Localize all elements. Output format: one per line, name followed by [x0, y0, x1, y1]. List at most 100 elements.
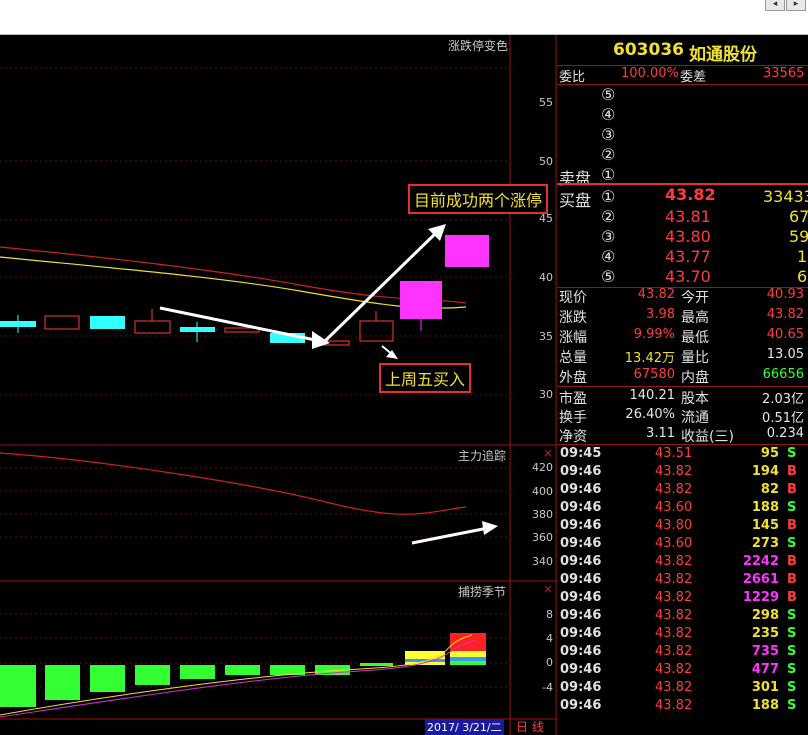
tick-time: 09:46: [560, 572, 602, 587]
tick-time: 09:46: [560, 680, 602, 695]
tick-volume: 298: [751, 608, 779, 623]
weibi-label: 委比: [559, 70, 586, 85]
y-tick: 0: [546, 656, 553, 669]
weicha-value: 33565: [763, 66, 805, 81]
y-tick: 50: [539, 155, 553, 168]
tick-price: 43.82: [655, 464, 693, 479]
tick-side: S: [787, 446, 797, 461]
stat-value: 3.98: [646, 307, 675, 322]
quote-panel: 603036 如通股份 委比 100.00% 委差 33565 ⑤ ④ ③ ② …: [557, 35, 808, 735]
tick-row: 09:46 43.82 735 S: [557, 644, 808, 662]
stat-value: 66656: [762, 367, 804, 382]
buy-label: 买盘: [559, 191, 592, 210]
buy-price: 43.70: [665, 267, 711, 286]
y-tick: -4: [542, 681, 553, 694]
scroll-left-button[interactable]: ◂: [765, 0, 785, 11]
y-tick: 30: [539, 388, 553, 401]
tick-row: 09:46 43.82 235 S: [557, 626, 808, 644]
candle: [359, 320, 394, 342]
tick-side: S: [787, 662, 797, 677]
tick-price: 43.82: [655, 662, 693, 677]
y-tick: 340: [532, 555, 553, 568]
tick-row: 09:46 43.60 188 S: [557, 500, 808, 518]
tick-price: 43.60: [655, 536, 693, 551]
tick-time: 09:46: [560, 644, 602, 659]
fundamental-value: 3.11: [646, 426, 675, 441]
sell-level: ①: [601, 165, 616, 184]
tick-volume: 2242: [742, 554, 779, 569]
tick-price: 43.82: [655, 644, 693, 659]
sell-level: ④: [601, 105, 616, 124]
stat-label: 量比: [681, 350, 709, 366]
fundamental-label: 净资: [559, 429, 587, 445]
tick-side: S: [787, 644, 797, 659]
bottom-panel-title: 捕捞季节: [458, 585, 507, 599]
tick-volume: 95: [760, 446, 779, 461]
tick-time: 09:46: [560, 500, 602, 515]
tick-price: 43.51: [655, 446, 693, 461]
tick-volume: 2661: [742, 572, 779, 587]
tick-row: 09:46 43.82 1229 B: [557, 590, 808, 608]
tick-time: 09:46: [560, 626, 602, 641]
stat-label: 涨跌: [559, 310, 587, 326]
tick-side: B: [787, 572, 797, 587]
y-tick: 8: [546, 608, 553, 621]
buy-level: ③: [601, 227, 616, 246]
buy-price: 43.81: [665, 207, 711, 226]
buy-price: 43.77: [665, 247, 711, 266]
tick-volume: 194: [751, 464, 779, 479]
buy-price: 43.80: [665, 227, 711, 246]
tick-price: 43.60: [655, 500, 693, 515]
buy-level: ④: [601, 247, 616, 266]
stat-label: 最低: [681, 330, 709, 346]
tick-time: 09:46: [560, 518, 602, 533]
stat-value: 43.82: [766, 307, 804, 322]
stat-value: 40.93: [766, 287, 804, 302]
tick-list[interactable]: 09:45 43.51 95 S 09:46 43.82 194 B 09:46 43.82 82 B…: [557, 446, 808, 735]
annotation-bought-friday: 上周五买入: [379, 363, 472, 393]
buy-volume: 1: [797, 247, 808, 266]
buy-volume: 6: [797, 267, 808, 286]
close-icon[interactable]: ×: [543, 582, 553, 596]
fundamental-value: 0.234: [766, 426, 804, 441]
tick-side: B: [787, 590, 797, 605]
tick-side: S: [787, 698, 797, 713]
tick-side: S: [787, 680, 797, 695]
candlestick-chart[interactable]: [0, 35, 557, 735]
fundamental-value: 2.03亿: [762, 392, 804, 407]
stats-block: 现价 43.82 今开 40.93 涨跌 3.98 最高 43.82 涨幅 9.99% 最低 40.6…: [557, 285, 808, 387]
period-tab[interactable]: 日 线: [516, 718, 544, 735]
fundamental-label: 流通: [681, 410, 709, 426]
fundamental-label: 收益(三): [681, 429, 734, 445]
fundamental-label: 换手: [559, 410, 587, 426]
sell-level: ②: [601, 145, 616, 164]
stat-label: 内盘: [681, 370, 709, 386]
stat-label: 最高: [681, 310, 709, 326]
sell-level: ⑤: [601, 85, 616, 104]
weibi-value: 100.00%: [621, 66, 679, 81]
tick-price: 43.82: [655, 482, 693, 497]
tick-side: S: [787, 608, 797, 623]
histogram-bars: [0, 633, 486, 707]
close-icon[interactable]: ×: [543, 446, 553, 460]
tick-volume: 82: [760, 482, 779, 497]
tick-row: 09:46 43.82 194 B: [557, 464, 808, 482]
date-label: 2017/ 3/21/二: [425, 719, 504, 735]
buy-book: 买盘 ① 43.82 33433 ② 43.81 67 ③ 43.80 59 ④…: [557, 183, 808, 288]
tick-side: S: [787, 626, 797, 641]
tick-price: 43.80: [655, 518, 693, 533]
tick-side: B: [787, 518, 797, 533]
tick-time: 09:46: [560, 698, 602, 713]
candle: [44, 315, 80, 330]
tick-price: 43.82: [655, 572, 693, 587]
scroll-right-button[interactable]: ▸: [786, 0, 806, 11]
fundamental-value: 0.51亿: [762, 411, 804, 426]
annotation-limit-up: 目前成功两个涨停: [408, 184, 549, 214]
ma-line-yellow: [0, 256, 467, 309]
y-tick: 360: [532, 531, 553, 544]
y-tick: 400: [532, 485, 553, 498]
stat-value: 40.65: [766, 327, 804, 342]
tick-volume: 477: [751, 662, 779, 677]
sell-book: ⑤ ④ ③ ② ① 卖盘: [557, 85, 808, 188]
tick-side: B: [787, 482, 797, 497]
